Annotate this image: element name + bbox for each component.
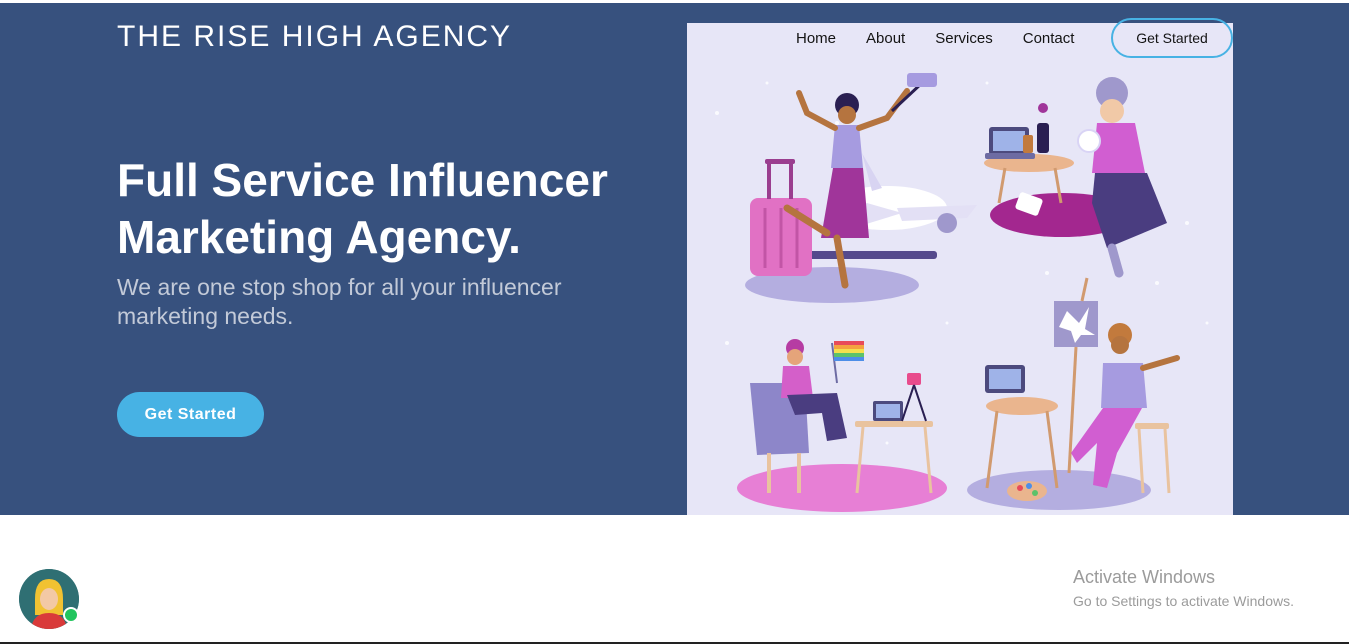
influencer-lifestyle-illustration-icon [715,73,1209,512]
hero-subtitle: We are one stop shop for all your influe… [117,274,562,329]
nav-link-contact[interactable]: Contact [1023,30,1075,47]
hero-headline-line2: Marketing Agency. [117,211,521,263]
hero-get-started-button[interactable]: Get Started [117,392,264,437]
brand-logo[interactable]: THE RISE HIGH AGENCY [117,20,512,54]
nav-get-started-button[interactable]: Get Started [1111,18,1233,58]
main-nav: Home About Services Contact [796,18,1104,58]
activation-subtitle: Go to Settings to activate Windows. [1073,593,1294,609]
hero-headline: Full Service Influencer Marketing Agency… [117,152,657,266]
nav-link-about[interactable]: About [866,30,905,47]
hero-illustration [687,23,1233,515]
nav-link-home[interactable]: Home [796,30,836,47]
hero-headline-line1: Full Service Influencer [117,154,608,206]
top-border [0,0,1349,3]
nav-link-services[interactable]: Services [935,30,993,47]
activation-title: Activate Windows [1073,567,1216,587]
windows-activation-watermark: Activate Windows Go to Settings to activ… [1073,566,1294,612]
online-status-dot [63,607,79,623]
